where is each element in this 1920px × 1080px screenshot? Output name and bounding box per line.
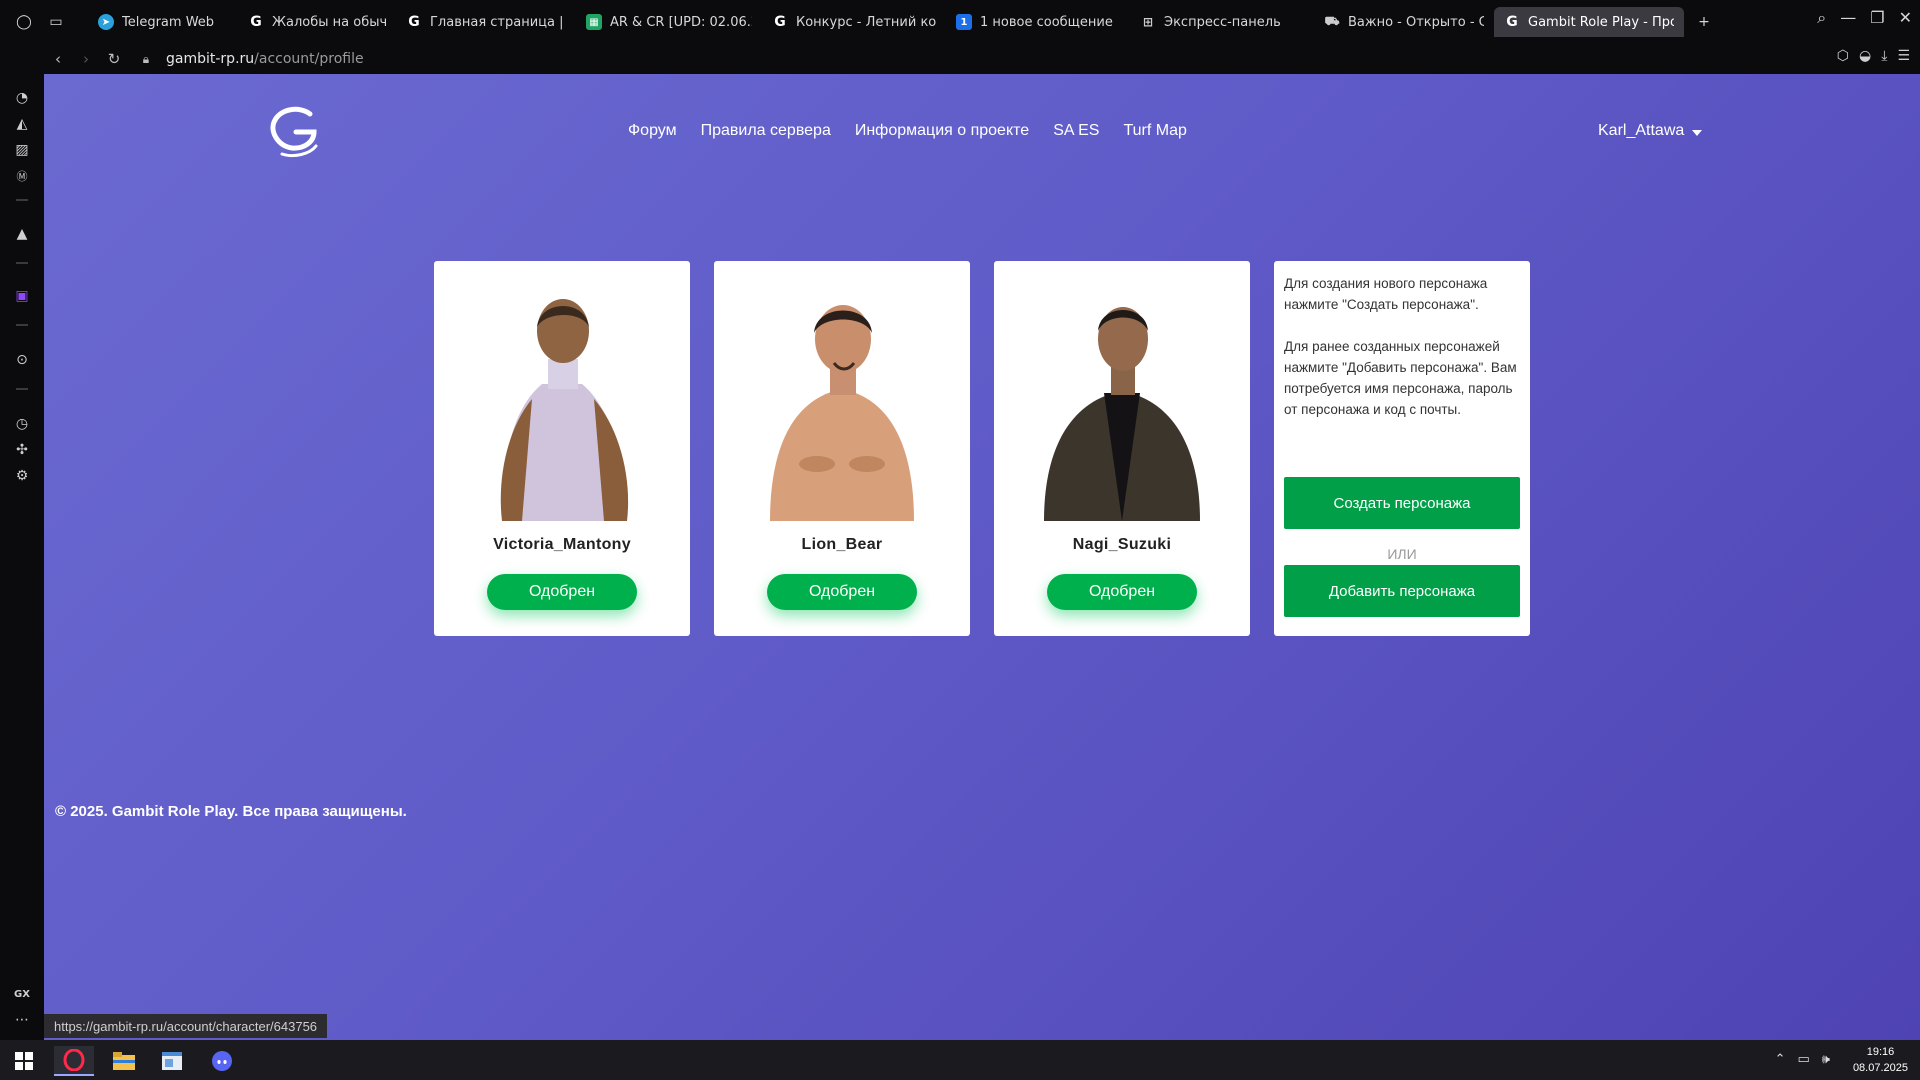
gambit-icon: G: [1506, 14, 1518, 30]
character-name: Victoria_Mantony: [493, 536, 631, 553]
gx-label: GX: [14, 988, 30, 1000]
aria-icon[interactable]: ▲: [12, 224, 32, 244]
female-character-portrait: [500, 299, 629, 521]
tab-complaints[interactable]: G Жалобы на обычных иг: [238, 7, 396, 37]
forward-icon[interactable]: ›: [74, 47, 98, 71]
character-card[interactable]: Lion_Bear Одобрен: [714, 261, 970, 636]
link-status-url: https://gambit-rp.ru/account/character/6…: [44, 1014, 328, 1038]
car-icon: ⛟: [1324, 14, 1340, 28]
character-card[interactable]: Victoria_Mantony Одобрен: [434, 261, 690, 636]
discord-icon[interactable]: [202, 1046, 242, 1076]
message-icon: 1: [956, 14, 972, 30]
status-badge[interactable]: Одобрен: [1047, 574, 1197, 610]
mail-icon[interactable]: Ⓜ: [12, 166, 32, 186]
browser-sidebar: ◔ ◭ ▨ Ⓜ ▲ ▣ ⊙ ◷ ✣ ⚙ GX ⋯: [0, 74, 44, 1040]
player-icon[interactable]: ⊙: [12, 350, 32, 370]
add-instructions: Для ранее созданных персонажей нажмите "…: [1284, 339, 1517, 417]
chevron-up-icon[interactable]: ⌃: [1775, 1052, 1786, 1067]
add-character-card: Для создания нового персонажа нажмите "С…: [1274, 261, 1530, 636]
volume-icon[interactable]: 🕪︎: [1822, 1052, 1830, 1067]
tab-telegram[interactable]: ➤ Telegram Web: [88, 7, 238, 37]
tab-speed-dial[interactable]: ⊞ Экспресс-панель: [1130, 7, 1314, 37]
address-bar: ‹ › ↻ 🔒︎ gambit-rp.ru/account/profile ⬡ …: [0, 44, 1920, 74]
restore-icon[interactable]: ❐: [1870, 8, 1884, 28]
clock-date: 08.07.2025: [1852, 1062, 1908, 1074]
easy-setup-icon[interactable]: ☰: [1897, 48, 1910, 64]
tab-ar-cr[interactable]: ▦ AR & CR [UPD: 02.06.20: [576, 7, 762, 37]
clock-time: 19:16: [1866, 1046, 1895, 1058]
windows-start-icon[interactable]: [4, 1046, 44, 1076]
nav-turf-map[interactable]: Turf Map: [1123, 122, 1186, 140]
tab-new-message[interactable]: 1 1 новое сообщение: [946, 7, 1130, 37]
lock-icon: 🔒︎: [142, 51, 150, 66]
speedometer-icon[interactable]: ◔: [12, 88, 32, 108]
nav-project-info[interactable]: Информация о проекте: [855, 122, 1029, 140]
copyright: © 2025. Gambit Role Play. Все права защи…: [55, 803, 407, 820]
minimize-icon[interactable]: —: [1840, 8, 1856, 28]
browser-tab-bar: ◯ ▭ ➤ Telegram Web G Жалобы на обычных и…: [0, 0, 1920, 44]
nav-sa-es[interactable]: SA ES: [1053, 122, 1099, 140]
user-menu[interactable]: Karl_Attawa: [1598, 122, 1703, 140]
opera-menu-icon[interactable]: ◯: [10, 8, 38, 36]
windows-taskbar: ⌃ ▭ 🕪︎ 19:16 08.07.2025: [0, 1040, 1920, 1080]
status-badge[interactable]: Одобрен: [767, 574, 917, 610]
web-page: Форум Правила сервера Информация о проек…: [44, 74, 1920, 1040]
more-icon[interactable]: ⋯: [12, 1010, 32, 1030]
gambit-icon: G: [774, 14, 786, 30]
telegram-icon: ➤: [98, 14, 114, 30]
close-icon[interactable]: ✕: [1899, 8, 1912, 28]
opera-gx-taskbar-icon[interactable]: [54, 1046, 94, 1076]
tab-contest[interactable]: G Конкурс - Летний конку: [762, 7, 946, 37]
taskbar-clock[interactable]: 19:16 08.07.2025: [1853, 1044, 1908, 1076]
download-icon[interactable]: ⤓: [1881, 48, 1887, 64]
status-badge[interactable]: Одобрен: [487, 574, 637, 610]
username: Karl_Attawa: [1598, 122, 1685, 139]
gambit-icon: G: [250, 14, 262, 30]
sidebar-divider: [16, 388, 28, 390]
or-separator: ИЛИ: [1387, 546, 1417, 562]
sidebar-divider: [16, 199, 28, 201]
tab-important[interactable]: ⛟ Важно - Открыто - СТА: [1314, 7, 1494, 37]
tab-islands-icon[interactable]: ▭: [42, 8, 70, 36]
create-character-button[interactable]: Создать персонажа: [1284, 477, 1520, 529]
shirtless-male-character-portrait: [770, 305, 914, 521]
url-field[interactable]: gambit-rp.ru/account/profile: [166, 51, 364, 67]
history-icon[interactable]: ◷: [12, 414, 32, 434]
gx-cleaner-icon[interactable]: ▨: [12, 140, 32, 160]
twitch-icon[interactable]: ▣: [12, 286, 32, 306]
search-icon[interactable]: ⌕: [1817, 8, 1826, 28]
character-name: Lion_Bear: [801, 536, 883, 553]
window-controls: ⌕ — ❐ ✕: [1817, 8, 1912, 28]
main-nav: Форум Правила сервера Информация о проек…: [628, 122, 1187, 140]
system-tray: ⌃ ▭ 🕪︎: [1775, 1052, 1830, 1067]
extensions-icon[interactable]: ⬡: [1837, 48, 1849, 64]
settings-gear-icon[interactable]: ⚙: [12, 466, 32, 486]
tab-main-page[interactable]: G Главная страница | Adr: [396, 7, 576, 37]
back-icon[interactable]: ‹: [46, 47, 70, 71]
gambit-logo-icon[interactable]: [264, 102, 324, 162]
grid-icon: ⊞: [1142, 15, 1154, 29]
extensions-icon[interactable]: ✣: [12, 440, 32, 460]
sheets-icon: ▦: [586, 14, 602, 30]
new-tab-plus-icon[interactable]: +: [1690, 8, 1718, 36]
tab-gambit-profile[interactable]: G Gambit Role Play - Профи: [1494, 7, 1684, 37]
character-name: Nagi_Suzuki: [1072, 536, 1172, 553]
window-app-icon[interactable]: [152, 1046, 192, 1076]
create-instructions: Для создания нового персонажа нажмите "С…: [1284, 276, 1488, 312]
character-card[interactable]: Nagi_Suzuki Одобрен: [994, 261, 1250, 636]
reload-icon[interactable]: ↻: [102, 47, 126, 71]
profile-icon[interactable]: ◒: [1859, 48, 1871, 64]
network-icon[interactable]: ▭: [1798, 1052, 1810, 1067]
gambit-icon: G: [408, 14, 420, 30]
gx-control-icon[interactable]: ◭: [12, 114, 32, 134]
address-bar-tools: ⬡ ◒ ⤓ ☰: [1837, 48, 1910, 64]
nav-forum[interactable]: Форум: [628, 122, 677, 140]
file-explorer-icon[interactable]: [104, 1046, 144, 1076]
sidebar-divider: [16, 262, 28, 264]
add-character-button[interactable]: Добавить персонажа: [1284, 565, 1520, 617]
suited-male-character-portrait: [1044, 307, 1200, 521]
caret-down-icon: [1692, 130, 1703, 136]
sidebar-divider: [16, 324, 28, 326]
nav-server-rules[interactable]: Правила сервера: [701, 122, 831, 140]
